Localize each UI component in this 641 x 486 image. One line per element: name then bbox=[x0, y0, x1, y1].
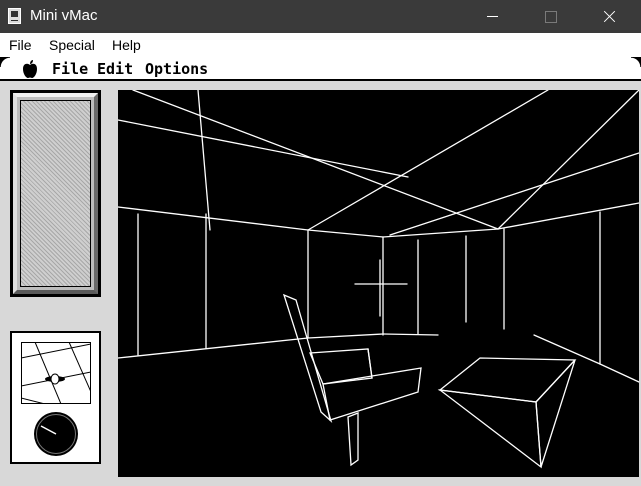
mac-menu-edit[interactable]: Edit bbox=[97, 60, 133, 78]
desk-side bbox=[535, 359, 576, 468]
window-title: Mini vMac bbox=[30, 7, 98, 24]
emulated-mac-screen[interactable]: File Edit Options bbox=[0, 57, 641, 486]
host-menu-help[interactable]: Help bbox=[112, 37, 141, 53]
apple-icon[interactable] bbox=[21, 59, 39, 79]
minimize-icon[interactable] bbox=[469, 0, 515, 33]
power-gauge bbox=[10, 90, 101, 297]
power-gauge-fill bbox=[20, 100, 91, 287]
floor-line bbox=[307, 333, 384, 339]
ceiling-line bbox=[389, 152, 639, 236]
chair-pedestal bbox=[347, 412, 359, 467]
3d-viewport[interactable] bbox=[118, 90, 639, 477]
ceiling-line bbox=[382, 228, 499, 238]
ceiling-line bbox=[118, 119, 409, 178]
overhead-map bbox=[21, 342, 91, 404]
floor-line bbox=[599, 363, 639, 383]
ceiling-line bbox=[307, 90, 549, 231]
host-menu-file[interactable]: File bbox=[9, 37, 32, 53]
ceiling-line bbox=[307, 229, 384, 238]
navigation-panel bbox=[10, 331, 101, 464]
mac-menubar: File Edit Options bbox=[0, 57, 641, 81]
floor-line bbox=[382, 333, 439, 336]
host-menubar: File Special Help bbox=[0, 33, 641, 57]
ceiling-line bbox=[497, 202, 639, 230]
host-menu-special[interactable]: Special bbox=[49, 37, 95, 53]
desk-front bbox=[437, 389, 542, 469]
ceiling-line bbox=[118, 206, 309, 231]
mac-menu-file[interactable]: File bbox=[52, 60, 88, 78]
mini-vmac-app-icon[interactable] bbox=[8, 8, 21, 24]
wireframe-room-scene bbox=[118, 90, 639, 469]
close-icon[interactable] bbox=[585, 0, 631, 33]
desk-top bbox=[438, 357, 577, 403]
mac-menu-options[interactable]: Options bbox=[145, 60, 208, 78]
window-titlebar[interactable]: Mini vMac bbox=[0, 0, 641, 33]
compass-dial bbox=[34, 412, 78, 456]
ceiling-line bbox=[197, 90, 211, 231]
floor-line bbox=[118, 337, 309, 359]
maximize-icon[interactable] bbox=[527, 0, 573, 33]
ceiling-line bbox=[132, 90, 499, 230]
